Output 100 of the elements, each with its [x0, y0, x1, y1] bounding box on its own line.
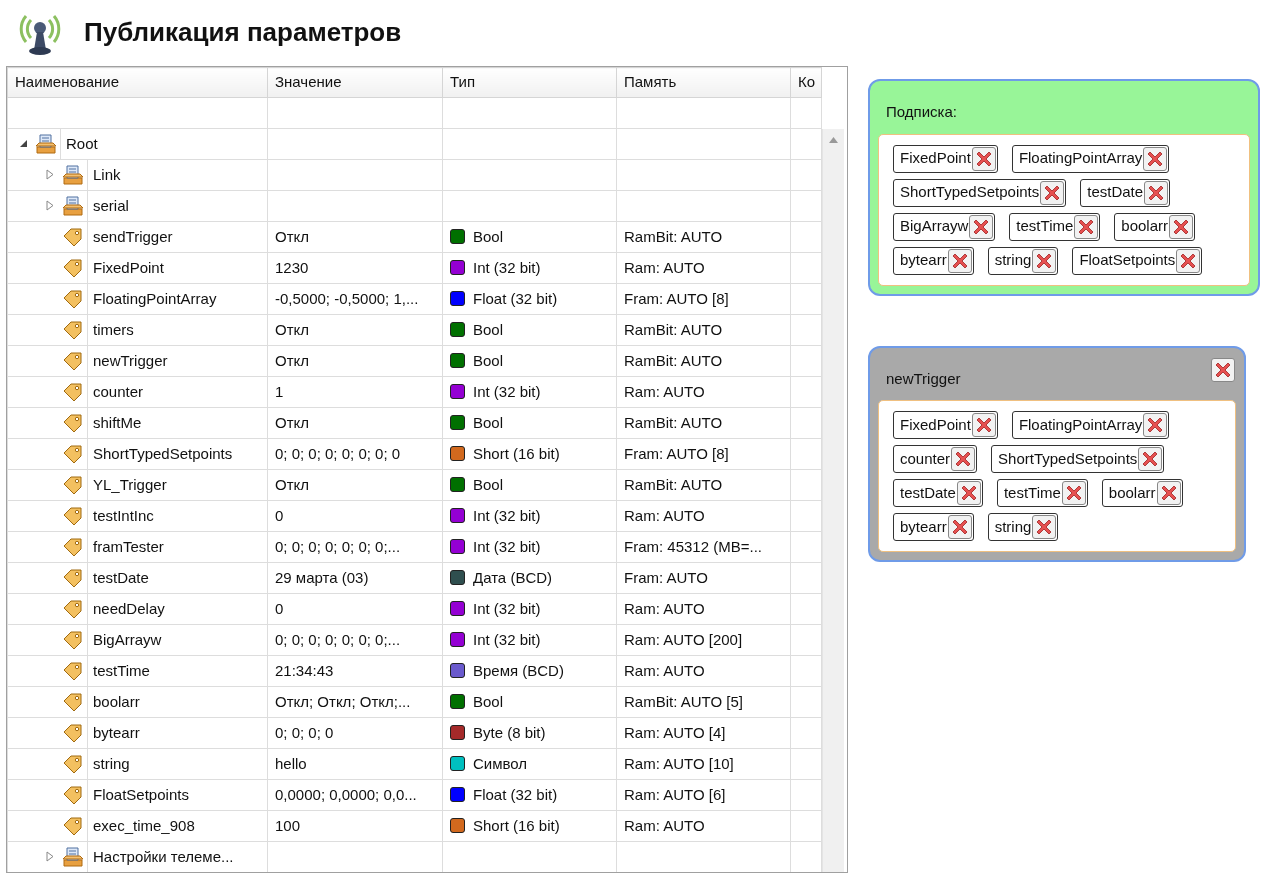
value-text: Откл	[275, 475, 310, 493]
memory-text: Ram: AUTO [4]	[624, 723, 726, 741]
value-text: Откл; Откл; Откл;...	[275, 692, 411, 710]
column-header[interactable]: Значение	[267, 67, 443, 98]
chip-label: ShortTypedSetpoints	[900, 182, 1040, 203]
chip-label: FloatingPointArray	[1018, 414, 1143, 435]
close-icon	[1214, 360, 1232, 379]
remove-button[interactable]	[956, 481, 981, 505]
expand-icon[interactable]	[46, 200, 54, 212]
type-text: Int (32 bit)	[473, 382, 541, 400]
remove-button[interactable]	[947, 515, 972, 539]
scrollbar[interactable]	[822, 129, 844, 872]
remove-button[interactable]	[1032, 515, 1057, 539]
memory-text: RamBit: AUTO	[624, 475, 723, 493]
value-text: 1230	[275, 258, 309, 276]
value-text: hello	[275, 754, 307, 772]
column-header[interactable]: Ко	[790, 67, 822, 98]
tag-icon	[63, 289, 83, 308]
value-text: 0	[275, 599, 284, 617]
page-title: Публикация параметров	[84, 17, 402, 49]
tag-icon	[63, 475, 83, 494]
remove-button[interactable]	[951, 447, 976, 471]
type-text: Int (32 bit)	[473, 599, 541, 617]
value-text: 100	[275, 816, 301, 834]
remove-button[interactable]	[969, 214, 994, 239]
type-text: Bool	[473, 320, 504, 338]
value-text: 29 марта (03)	[275, 568, 369, 586]
remove-button[interactable]	[1169, 214, 1193, 239]
value-text: 0; 0; 0; 0; 0; 0; 0; 0	[275, 444, 401, 462]
tag-icon	[63, 506, 83, 525]
value-text: Откл	[275, 320, 310, 338]
type-text: Short (16 bit)	[473, 816, 560, 834]
tag-icon	[63, 320, 83, 339]
value-text: Откл	[275, 351, 310, 369]
type-text: Int (32 bit)	[473, 506, 541, 524]
chip-label: bytearr	[900, 516, 947, 537]
close-icon	[1035, 251, 1054, 270]
remove-button[interactable]	[1176, 248, 1201, 273]
type-text: Short (16 bit)	[473, 444, 560, 462]
memory-text: Ram: AUTO	[624, 661, 705, 679]
tag-icon	[63, 444, 83, 463]
chip-label: ShortTypedSetpoints	[998, 448, 1138, 469]
value-text: 0	[275, 506, 284, 524]
expand-icon[interactable]	[46, 851, 54, 863]
type-text: Символ	[473, 754, 528, 772]
column-header[interactable]: Наименование	[7, 67, 268, 98]
type-text: Bool	[473, 692, 504, 710]
memory-text: RamBit: AUTO [5]	[624, 692, 743, 710]
remove-button[interactable]	[1143, 146, 1168, 171]
chip-label: boolarr	[1108, 482, 1156, 503]
value-text: 0; 0; 0; 0	[275, 723, 334, 741]
remove-button[interactable]	[947, 248, 972, 273]
type-text: Int (32 bit)	[473, 537, 541, 555]
collapse-icon[interactable]	[18, 139, 28, 149]
remove-button[interactable]	[1061, 481, 1086, 505]
expand-icon[interactable]	[46, 169, 54, 181]
type-text: Дата (BCD)	[473, 568, 553, 586]
remove-button[interactable]	[1144, 180, 1169, 205]
tag-icon	[63, 382, 83, 401]
column-header[interactable]: Память	[616, 67, 791, 98]
close-icon	[950, 518, 969, 536]
memory-text: Fram: AUTO [8]	[624, 289, 729, 307]
close-icon	[1146, 416, 1165, 434]
chip-label: FixedPoint	[900, 148, 971, 169]
memory-text: Ram: AUTO	[624, 599, 705, 617]
memory-text: RamBit: AUTO	[624, 413, 723, 431]
folder-stack-icon	[62, 194, 84, 217]
tag-icon	[63, 351, 83, 370]
remove-button[interactable]	[971, 146, 996, 171]
panel-title: newTrigger	[885, 368, 962, 389]
column-header[interactable]: Тип	[442, 67, 617, 98]
close-icon	[972, 217, 991, 236]
remove-button[interactable]	[1032, 248, 1057, 273]
remove-button[interactable]	[971, 413, 996, 437]
chip-label: counter	[900, 448, 951, 469]
memory-text: Ram: AUTO	[624, 382, 705, 400]
tag-icon	[63, 723, 83, 742]
memory-text: Ram: AUTO [10]	[624, 754, 734, 772]
chip-label: testTime	[1003, 482, 1061, 503]
close-icon	[1043, 183, 1062, 202]
remove-button[interactable]	[1138, 447, 1163, 471]
remove-button[interactable]	[1156, 481, 1181, 505]
value-text: 0; 0; 0; 0; 0; 0; 0;...	[275, 630, 401, 648]
value-text: -0,5000; -0,5000; 1,...	[275, 289, 419, 307]
value-text: 1	[275, 382, 284, 400]
close-icon	[974, 416, 993, 434]
tag-icon	[63, 227, 83, 246]
chip-label: boolarr	[1121, 216, 1168, 237]
tag-icon	[63, 258, 83, 277]
value-text: 0,0000; 0,0000; 0,0...	[275, 785, 417, 803]
panel-title: Подписка:	[885, 102, 958, 122]
remove-button[interactable]	[1040, 180, 1065, 205]
close-icon	[1172, 217, 1190, 236]
memory-text: Ram: AUTO	[624, 506, 705, 524]
remove-button[interactable]	[1074, 214, 1099, 239]
close-button[interactable]	[1211, 357, 1235, 382]
close-icon	[1146, 149, 1165, 168]
value-text: Откл	[275, 413, 310, 431]
close-icon	[954, 450, 973, 468]
remove-button[interactable]	[1143, 413, 1168, 437]
